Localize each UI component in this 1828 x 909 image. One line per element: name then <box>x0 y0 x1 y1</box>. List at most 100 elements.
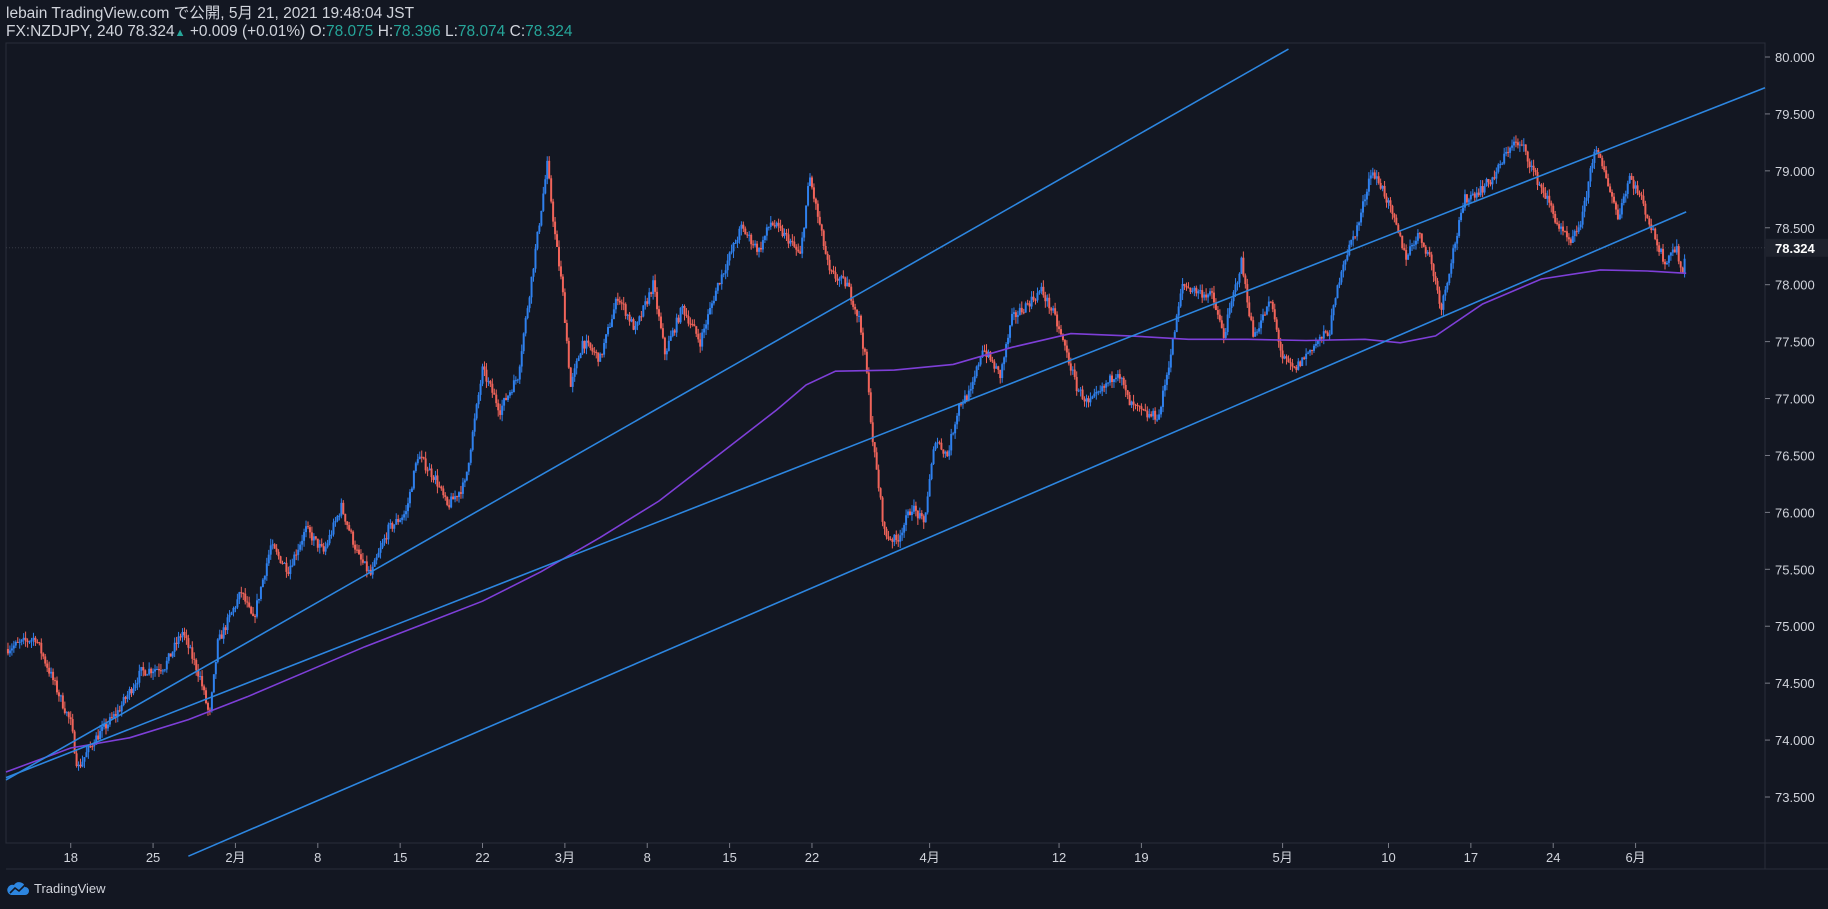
candle-body <box>303 532 306 541</box>
candle-body <box>305 526 308 533</box>
candle-body <box>1263 314 1266 316</box>
candle-body <box>1361 201 1364 213</box>
candle-body <box>22 637 25 640</box>
candle-body <box>469 449 472 463</box>
candle-body <box>340 502 343 516</box>
candle-body <box>256 600 259 617</box>
candle-body <box>1207 294 1210 298</box>
candle-body <box>779 225 782 229</box>
candle-body <box>410 488 413 492</box>
candle-body <box>165 660 168 670</box>
candle-body <box>1224 331 1227 338</box>
candle-body <box>1136 404 1139 406</box>
candle-body <box>191 647 194 659</box>
x-tick-label: 8 <box>644 850 651 865</box>
candle-body <box>1038 291 1041 293</box>
candle-body <box>526 308 529 319</box>
candle-body <box>740 224 743 229</box>
candle-body <box>1242 257 1245 276</box>
candle-body <box>1663 261 1666 265</box>
candle-body <box>889 538 892 540</box>
candle-body <box>983 350 986 352</box>
candle-body <box>124 697 127 699</box>
tradingview-logo[interactable]: TradingView <box>6 880 106 896</box>
candle-body <box>316 538 319 548</box>
candle-body <box>909 511 912 516</box>
candle-body <box>1230 301 1233 308</box>
candle-body <box>899 535 902 542</box>
candle-body <box>55 680 58 693</box>
candle-body <box>622 303 625 305</box>
candle-body <box>1660 248 1663 252</box>
candle-body <box>312 536 315 541</box>
candle-body <box>467 462 470 472</box>
candle-body <box>1512 141 1515 146</box>
candle-body <box>512 380 515 393</box>
candle-body <box>1665 262 1668 265</box>
candle-body <box>954 424 957 434</box>
candle-body <box>710 303 713 308</box>
candle-body <box>448 505 451 508</box>
candle-body <box>1618 214 1621 220</box>
candle-body <box>295 554 298 556</box>
candle-body <box>869 392 872 423</box>
candle-body <box>910 511 913 516</box>
candle-body <box>948 450 951 457</box>
candle-body <box>1044 295 1047 302</box>
candle-body <box>599 353 602 362</box>
candle-body <box>581 340 584 354</box>
candle-body <box>1536 172 1539 185</box>
candle-body <box>636 321 639 326</box>
x-tick-label: 17 <box>1464 850 1478 865</box>
candle-body <box>1430 254 1433 265</box>
candle-body <box>1550 202 1553 206</box>
candle-body <box>809 177 812 187</box>
candle-body <box>769 222 772 227</box>
candle-body <box>279 556 282 564</box>
candle-body <box>924 512 927 523</box>
candle-body <box>695 326 698 334</box>
candle-body <box>1205 294 1208 298</box>
candle-body <box>444 495 447 497</box>
candle-body <box>1679 261 1682 268</box>
candle-body <box>373 560 376 567</box>
candle-body <box>38 642 41 644</box>
candle-body <box>828 259 831 271</box>
candle-body <box>236 599 239 608</box>
candle-body <box>1601 157 1604 167</box>
candle-body <box>140 667 143 671</box>
candle-body <box>134 684 137 689</box>
candle-body <box>616 298 619 301</box>
candle-body <box>397 518 400 522</box>
candle-body <box>1505 151 1508 154</box>
y-tick-label: 79.500 <box>1775 107 1815 122</box>
candle-body <box>903 525 906 533</box>
candle-body <box>761 240 764 250</box>
candle-body <box>1381 185 1384 189</box>
candle-body <box>271 544 274 546</box>
candle-body <box>1140 406 1143 410</box>
candle-body <box>936 442 939 444</box>
candle-body <box>89 746 92 748</box>
candle-body <box>1418 233 1421 235</box>
candle-body <box>318 543 321 548</box>
candle-body <box>1030 296 1033 307</box>
candle-body <box>754 243 757 246</box>
candle-body <box>1573 231 1576 237</box>
candle-body <box>1197 291 1200 294</box>
candle-body <box>144 670 147 676</box>
candle-body <box>1063 340 1066 346</box>
y-tick-label: 78.000 <box>1775 278 1815 293</box>
candle-body <box>428 468 431 471</box>
candle-body <box>326 543 329 547</box>
candle-body <box>897 540 900 542</box>
candle-body <box>1075 376 1078 392</box>
price-chart[interactable]: 80.000 79.500 79.000 78.500 78.000 77.500 77.0… <box>0 0 1828 909</box>
candle-body <box>536 231 539 249</box>
candle-body <box>71 719 74 732</box>
candle-body <box>1167 367 1170 375</box>
candle-body <box>956 415 959 425</box>
candle-body <box>807 186 810 206</box>
candle-body <box>648 292 651 304</box>
candle-body <box>557 246 560 267</box>
